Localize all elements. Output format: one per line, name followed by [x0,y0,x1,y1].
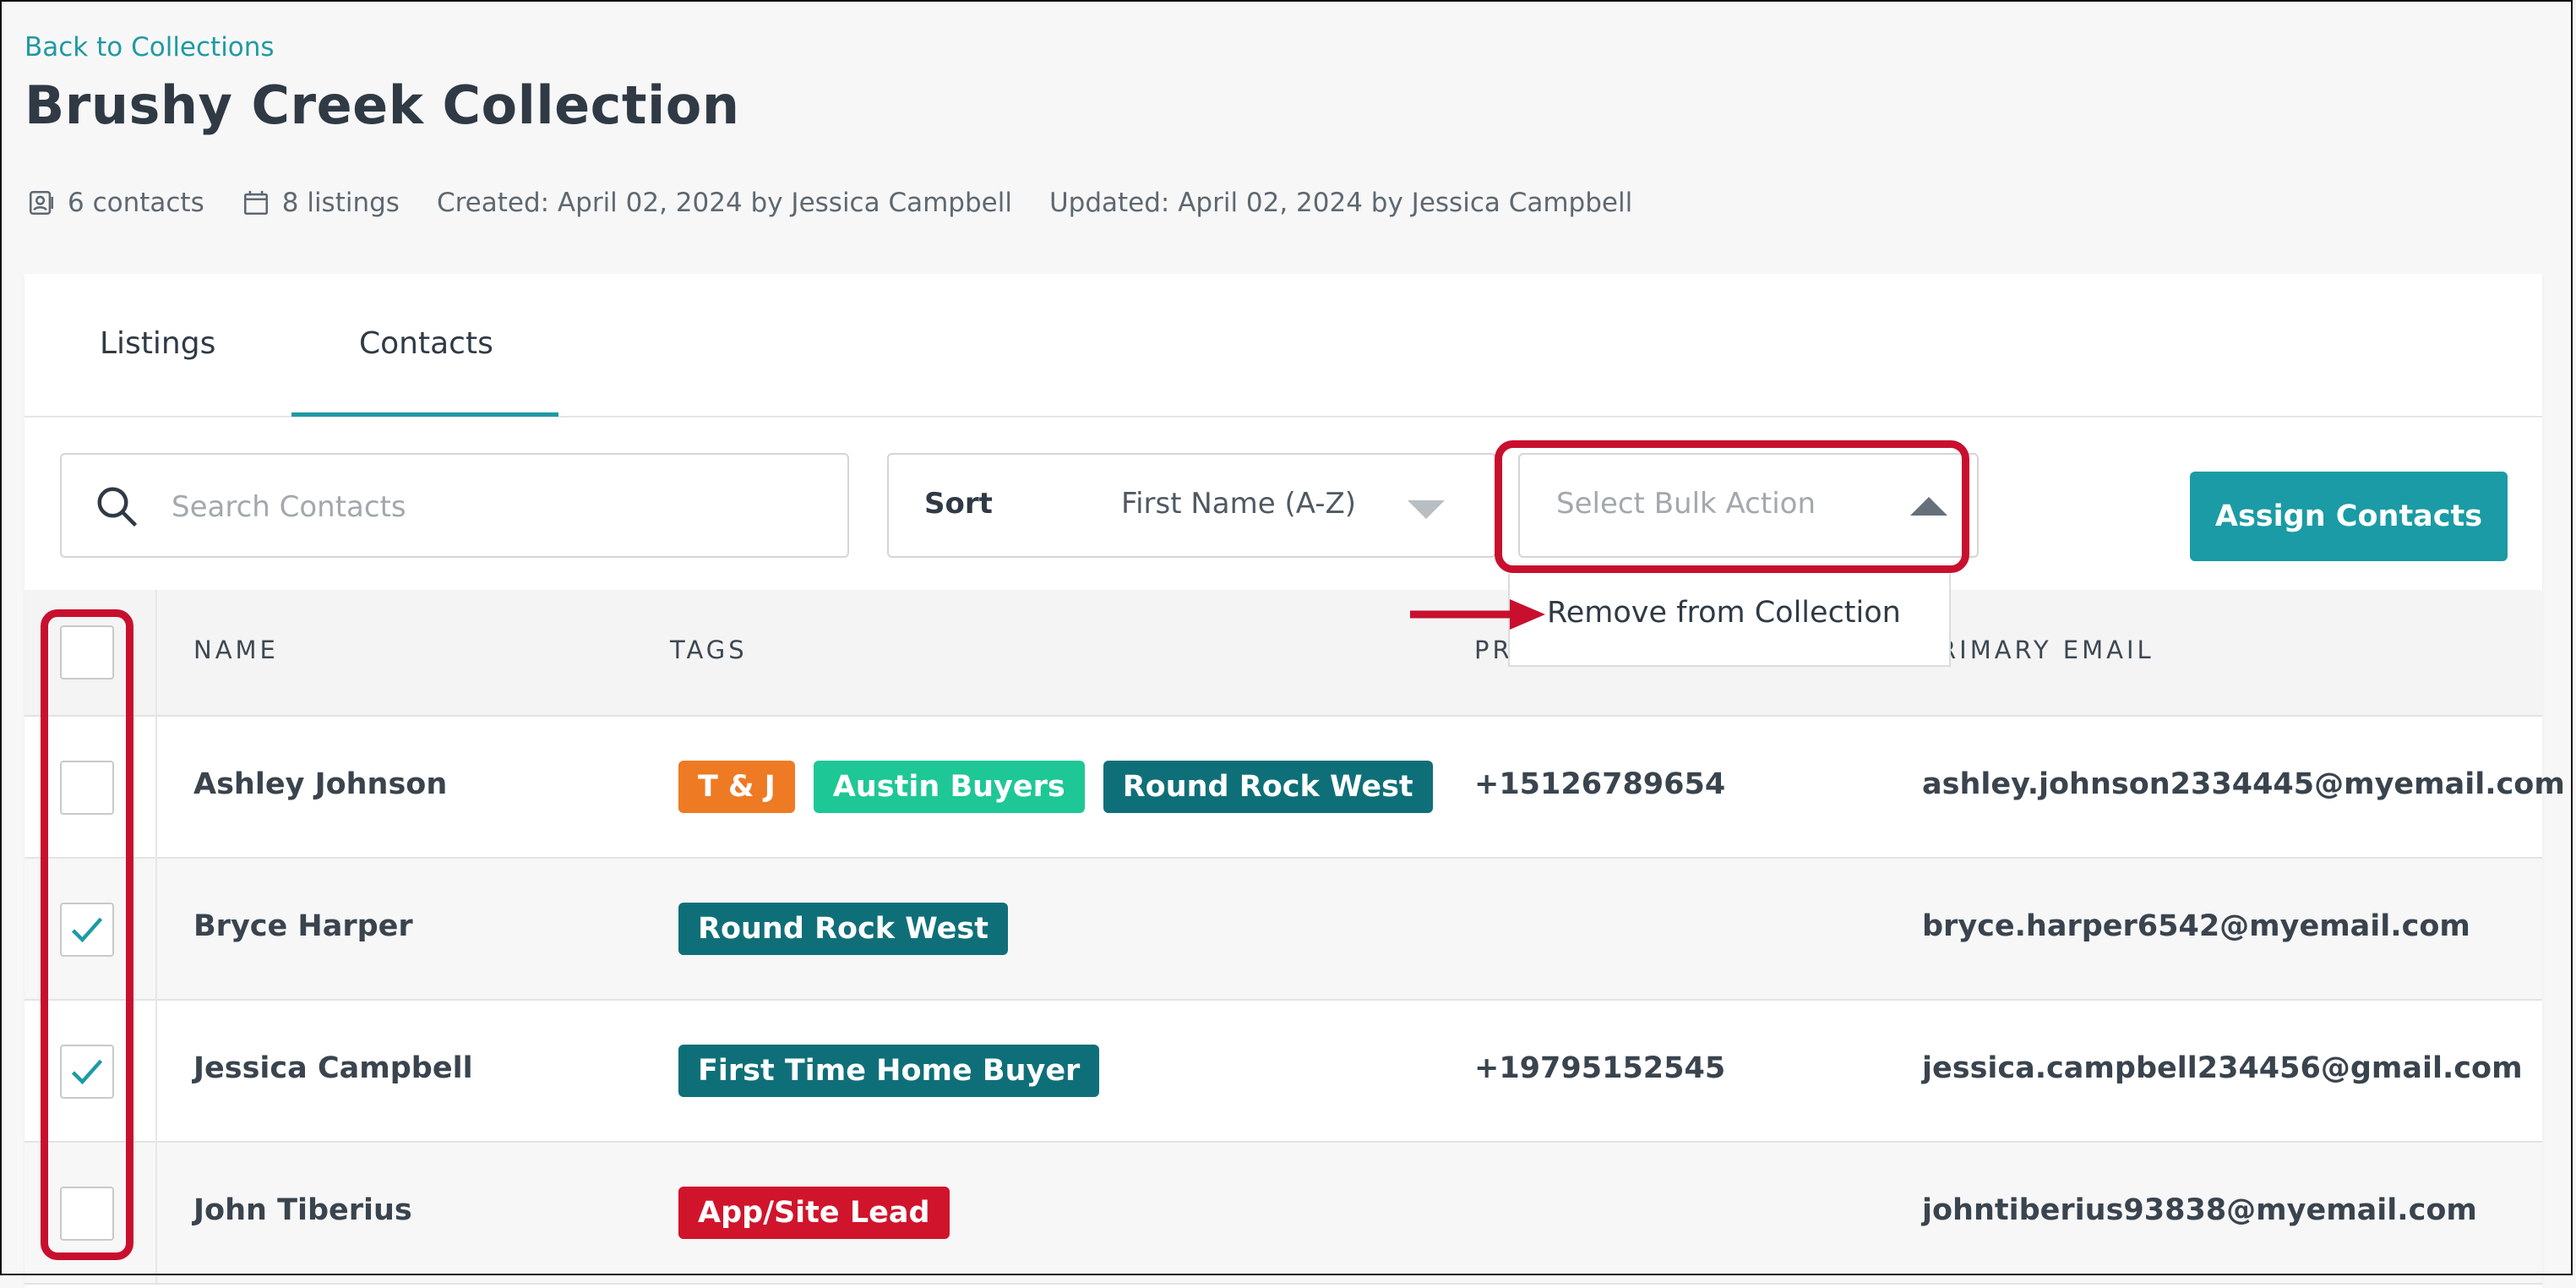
contact-email: johntiberius93838@myemail.com [1922,1193,2477,1227]
back-to-collections-link[interactable]: Back to Collections [25,32,275,63]
contacts-count: 6 contacts [68,188,204,218]
contacts-icon [29,190,54,216]
row-checkbox[interactable] [60,1045,114,1099]
search-box [60,453,849,558]
tag-list: Round Rock West [678,903,1027,955]
tag-list: App/Site Lead [678,1187,968,1239]
sort-label: Sort [924,487,993,521]
column-header-email[interactable]: RIMARY EMAIL [1939,636,2154,664]
tag-list: T & J Austin Buyers Round Rock West [678,761,1451,813]
table-row[interactable]: Jessica Campbell First Time Home Buyer +… [25,1001,2542,1143]
contact-name[interactable]: Jessica Campbell [193,1051,473,1085]
sort-select[interactable]: Sort First Name (A-Z) [887,453,1496,558]
column-header-tags: TAGS [670,636,748,664]
tab-listings[interactable]: Listings [100,326,215,361]
tag-badge: Round Rock West [1103,761,1433,813]
contact-phone: +19795152545 [1474,1051,1726,1085]
page-title: Brushy Creek Collection [25,74,740,136]
search-input[interactable] [170,478,815,536]
tag-list: First Time Home Buyer [678,1045,1118,1097]
tab-bar: Listings Contacts [25,274,2542,418]
contact-name[interactable]: Bryce Harper [193,909,413,943]
remove-from-collection-option[interactable]: Remove from Collection [1547,596,1901,630]
checkmark-icon [71,917,103,943]
listings-icon [243,190,268,216]
tag-badge: App/Site Lead [678,1187,950,1239]
bulk-action-select[interactable]: Select Bulk Action [1518,453,1979,558]
row-checkbox[interactable] [60,1187,114,1241]
contact-name[interactable]: Ashley Johnson [193,767,447,801]
contact-phone: +15126789654 [1474,767,1726,801]
contact-email: ashley.johnson2334445@myemail.com [1922,767,2565,801]
created-info: Created: April 02, 2024 by Jessica Campb… [436,188,1012,218]
column-divider [155,590,157,1283]
collection-meta: 6 contacts 8 listings Created: April 02,… [27,183,1669,223]
contact-email: bryce.harper6542@myemail.com [1922,909,2470,943]
table-row[interactable]: Bryce Harper Round Rock West bryce.harpe… [25,859,2542,1001]
bulk-action-placeholder: Select Bulk Action [1556,487,1816,521]
column-header-name[interactable]: NAME [193,636,279,664]
tag-badge: First Time Home Buyer [678,1045,1100,1097]
updated-info: Updated: April 02, 2024 by Jessica Campb… [1048,188,1633,218]
tag-badge: Round Rock West [678,903,1008,955]
row-checkbox[interactable] [60,761,114,815]
search-icon [97,487,138,527]
bulk-action-menu: Remove from Collection [1508,574,1951,667]
assign-contacts-button[interactable]: Assign Contacts [2190,472,2508,561]
collection-card: Listings Contacts Sort First Name (A-Z) … [25,274,2565,1288]
table-row[interactable]: Ashley Johnson T & J Austin Buyers Round… [25,717,2565,859]
tag-badge: T & J [678,761,795,813]
chevron-down-icon [1408,500,1445,519]
tab-contacts[interactable]: Contacts [359,326,493,361]
sort-value: First Name (A-Z) [1121,487,1357,521]
chevron-up-icon [1910,497,1947,516]
contact-name[interactable]: John Tiberius [193,1193,412,1227]
column-header-phone[interactable]: PR [1474,636,1513,664]
table-header: NAME TAGS PR RIMARY EMAIL [25,590,2542,717]
select-all-checkbox[interactable] [60,625,114,679]
tag-badge: Austin Buyers [813,761,1085,813]
arrow-right-icon [1410,599,1545,630]
checkmark-icon [71,1059,103,1085]
active-tab-indicator [291,412,558,417]
listings-count: 8 listings [281,188,400,218]
contact-email: jessica.campbell234456@gmail.com [1922,1051,2523,1085]
row-checkbox[interactable] [60,903,114,957]
table-row[interactable]: John Tiberius App/Site Lead johntiberius… [25,1143,2542,1285]
